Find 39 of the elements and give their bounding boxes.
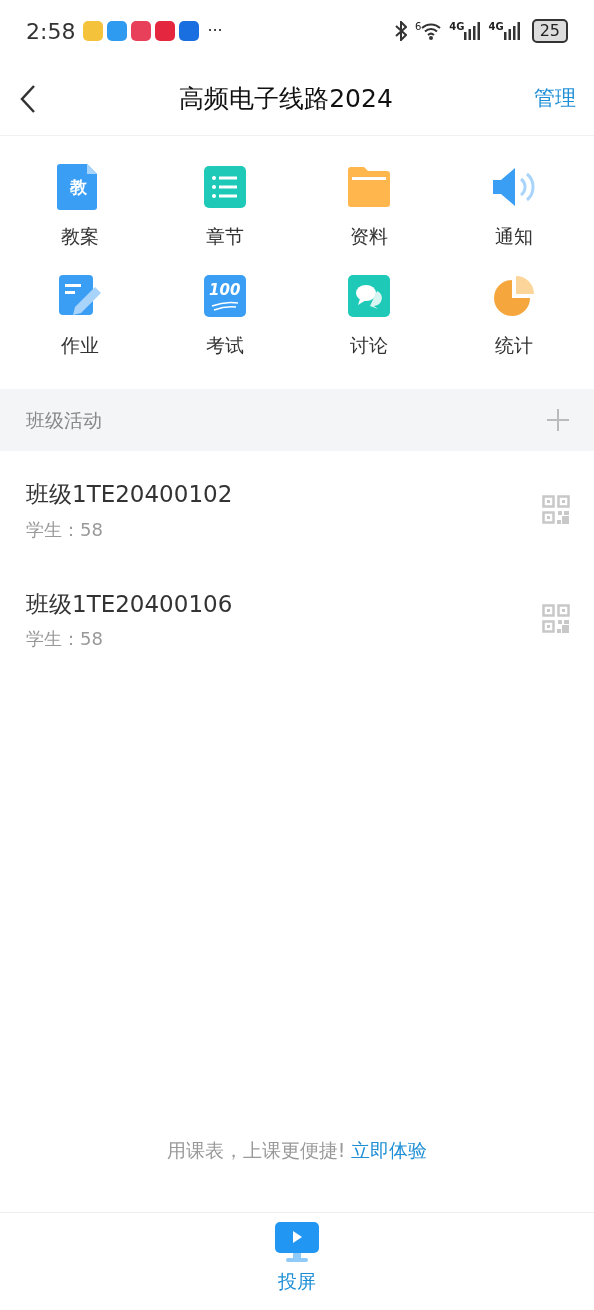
folder-icon[interactable] [346, 164, 393, 210]
try-now-link[interactable]: 立即体验 [351, 1138, 428, 1161]
add-icon[interactable] [546, 408, 570, 432]
score-icon[interactable] [201, 272, 248, 319]
page-title: 高频电子线路2024 [179, 82, 393, 115]
class-name[interactable]: 班级1TE20400106 [26, 586, 233, 621]
signal-icon [464, 22, 481, 40]
section-title: 班级活动 [26, 407, 102, 433]
qr-code-icon[interactable] [542, 494, 570, 525]
score-glyph: 100 [208, 279, 242, 301]
qr-code-icon[interactable] [542, 604, 570, 635]
chat-icon[interactable] [346, 272, 393, 319]
feature-label[interactable]: 通知 [494, 222, 533, 251]
network-label: 4G [449, 22, 465, 32]
list-icon[interactable] [201, 164, 248, 210]
network-label: 4G [488, 22, 504, 32]
class-name[interactable]: 班级1TE20400102 [26, 477, 233, 512]
feature-label[interactable]: 章节 [205, 222, 244, 251]
student-count: 学生：58 [26, 517, 104, 542]
feature-label[interactable]: 资料 [350, 222, 389, 251]
bluetooth-icon [394, 21, 407, 41]
feature-label[interactable]: 统计 [494, 330, 533, 359]
feature-label[interactable]: 教案 [61, 222, 100, 251]
back-icon[interactable] [18, 83, 38, 114]
feature-label[interactable]: 讨论 [350, 330, 389, 359]
battery-indicator: 25 [531, 19, 568, 43]
wifi-icon [421, 22, 442, 40]
feature-label[interactable]: 作业 [61, 330, 100, 359]
more-notifications: ··· [207, 20, 223, 42]
monitor-play-icon [274, 1221, 320, 1263]
status-time: 2:58 [26, 17, 76, 46]
feature-label[interactable]: 考试 [205, 330, 244, 359]
manage-link[interactable]: 管理 [534, 82, 576, 115]
wifi-label: 6 [414, 22, 422, 32]
icon-glyph: 教 [68, 177, 88, 197]
cast-screen-button[interactable]: 投屏 [274, 1221, 320, 1296]
signal-icon [503, 22, 520, 40]
promo-text: 用课表，上课更便捷! 立即体验 [166, 1137, 428, 1163]
student-count: 学生：58 [26, 627, 104, 651]
